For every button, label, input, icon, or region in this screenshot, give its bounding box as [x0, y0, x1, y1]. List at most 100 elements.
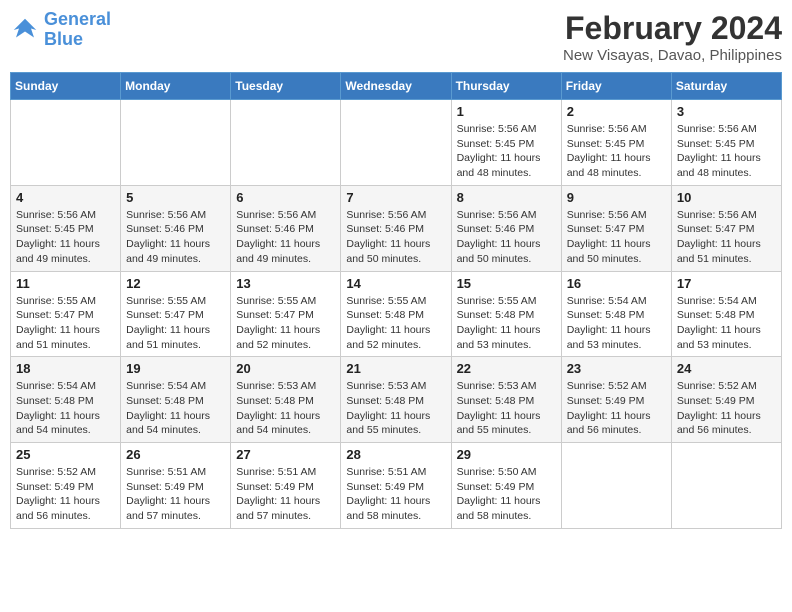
day-number: 10 — [677, 190, 776, 205]
calendar-day-header: Tuesday — [231, 73, 341, 100]
day-info: Sunrise: 5:56 AM Sunset: 5:46 PM Dayligh… — [346, 208, 445, 267]
day-number: 13 — [236, 276, 335, 291]
day-number: 11 — [16, 276, 115, 291]
day-number: 18 — [16, 361, 115, 376]
calendar-week-row: 11 Sunrise: 5:55 AM Sunset: 5:47 PM Dayli… — [11, 271, 782, 357]
calendar-table: SundayMondayTuesdayWednesdayThursdayFrid… — [10, 72, 782, 529]
calendar-cell — [561, 443, 671, 529]
calendar-cell: 10 Sunrise: 5:56 AM Sunset: 5:47 PM Dayli… — [671, 185, 781, 271]
calendar-cell: 14 Sunrise: 5:55 AM Sunset: 5:48 PM Dayli… — [341, 271, 451, 357]
day-number: 3 — [677, 104, 776, 119]
calendar-cell: 3 Sunrise: 5:56 AM Sunset: 5:45 PM Daylig… — [671, 100, 781, 186]
day-number: 17 — [677, 276, 776, 291]
day-info: Sunrise: 5:54 AM Sunset: 5:48 PM Dayligh… — [677, 294, 776, 353]
calendar-cell: 7 Sunrise: 5:56 AM Sunset: 5:46 PM Daylig… — [341, 185, 451, 271]
logo-line1: General — [44, 9, 111, 29]
day-info: Sunrise: 5:52 AM Sunset: 5:49 PM Dayligh… — [567, 379, 666, 438]
day-info: Sunrise: 5:54 AM Sunset: 5:48 PM Dayligh… — [16, 379, 115, 438]
day-number: 12 — [126, 276, 225, 291]
calendar-header-row: SundayMondayTuesdayWednesdayThursdayFrid… — [11, 73, 782, 100]
day-number: 9 — [567, 190, 666, 205]
calendar-body: 1 Sunrise: 5:56 AM Sunset: 5:45 PM Daylig… — [11, 100, 782, 529]
calendar-cell: 16 Sunrise: 5:54 AM Sunset: 5:48 PM Dayli… — [561, 271, 671, 357]
calendar-day-header: Monday — [121, 73, 231, 100]
calendar-cell: 18 Sunrise: 5:54 AM Sunset: 5:48 PM Dayli… — [11, 357, 121, 443]
day-info: Sunrise: 5:56 AM Sunset: 5:47 PM Dayligh… — [567, 208, 666, 267]
day-info: Sunrise: 5:54 AM Sunset: 5:48 PM Dayligh… — [567, 294, 666, 353]
calendar-day-header: Saturday — [671, 73, 781, 100]
calendar-cell: 9 Sunrise: 5:56 AM Sunset: 5:47 PM Daylig… — [561, 185, 671, 271]
day-info: Sunrise: 5:56 AM Sunset: 5:46 PM Dayligh… — [457, 208, 556, 267]
calendar-day-header: Wednesday — [341, 73, 451, 100]
day-info: Sunrise: 5:51 AM Sunset: 5:49 PM Dayligh… — [236, 465, 335, 524]
day-number: 7 — [346, 190, 445, 205]
title-area: February 2024 New Visayas, Davao, Philip… — [563, 10, 782, 64]
calendar-cell: 25 Sunrise: 5:52 AM Sunset: 5:49 PM Dayli… — [11, 443, 121, 529]
day-info: Sunrise: 5:51 AM Sunset: 5:49 PM Dayligh… — [126, 465, 225, 524]
day-info: Sunrise: 5:56 AM Sunset: 5:45 PM Dayligh… — [567, 122, 666, 181]
day-number: 29 — [457, 447, 556, 462]
logo-icon — [10, 15, 40, 45]
calendar-cell — [121, 100, 231, 186]
day-number: 23 — [567, 361, 666, 376]
calendar-week-row: 4Sunrise: 5:56 AM Sunset: 5:45 PM Daylig… — [11, 185, 782, 271]
calendar-cell: 19Sunrise: 5:54 AM Sunset: 5:48 PM Dayli… — [121, 357, 231, 443]
calendar-cell: 12Sunrise: 5:55 AM Sunset: 5:47 PM Dayli… — [121, 271, 231, 357]
day-info: Sunrise: 5:56 AM Sunset: 5:45 PM Dayligh… — [457, 122, 556, 181]
day-number: 22 — [457, 361, 556, 376]
calendar-cell: 29Sunrise: 5:50 AM Sunset: 5:49 PM Dayli… — [451, 443, 561, 529]
calendar-cell — [11, 100, 121, 186]
day-number: 8 — [457, 190, 556, 205]
calendar-cell: 11Sunrise: 5:55 AM Sunset: 5:47 PM Dayli… — [11, 271, 121, 357]
calendar-cell: 8 Sunrise: 5:56 AM Sunset: 5:46 PM Daylig… — [451, 185, 561, 271]
day-number: 4 — [16, 190, 115, 205]
calendar-day-header: Friday — [561, 73, 671, 100]
day-info: Sunrise: 5:52 AM Sunset: 5:49 PM Dayligh… — [16, 465, 115, 524]
day-number: 1 — [457, 104, 556, 119]
day-info: Sunrise: 5:55 AM Sunset: 5:48 PM Dayligh… — [457, 294, 556, 353]
day-info: Sunrise: 5:56 AM Sunset: 5:46 PM Dayligh… — [236, 208, 335, 267]
day-info: Sunrise: 5:52 AM Sunset: 5:49 PM Dayligh… — [677, 379, 776, 438]
calendar-week-row: 1 Sunrise: 5:56 AM Sunset: 5:45 PM Daylig… — [11, 100, 782, 186]
logo-line2: Blue — [44, 29, 83, 49]
day-number: 2 — [567, 104, 666, 119]
day-info: Sunrise: 5:53 AM Sunset: 5:48 PM Dayligh… — [457, 379, 556, 438]
day-info: Sunrise: 5:53 AM Sunset: 5:48 PM Dayligh… — [346, 379, 445, 438]
calendar-cell: 13 Sunrise: 5:55 AM Sunset: 5:47 PM Dayli… — [231, 271, 341, 357]
calendar-cell: 6 Sunrise: 5:56 AM Sunset: 5:46 PM Daylig… — [231, 185, 341, 271]
calendar-cell — [671, 443, 781, 529]
calendar-cell — [231, 100, 341, 186]
day-number: 26 — [126, 447, 225, 462]
calendar-cell: 4Sunrise: 5:56 AM Sunset: 5:45 PM Daylig… — [11, 185, 121, 271]
page-header: General Blue February 2024 New Visayas, … — [10, 10, 782, 64]
calendar-cell: 17 Sunrise: 5:54 AM Sunset: 5:48 PM Dayli… — [671, 271, 781, 357]
calendar-cell: 15 Sunrise: 5:55 AM Sunset: 5:48 PM Dayli… — [451, 271, 561, 357]
location: New Visayas, Davao, Philippines — [563, 47, 782, 64]
day-number: 20 — [236, 361, 335, 376]
day-number: 16 — [567, 276, 666, 291]
day-number: 14 — [346, 276, 445, 291]
calendar-cell: 26 Sunrise: 5:51 AM Sunset: 5:49 PM Dayli… — [121, 443, 231, 529]
day-info: Sunrise: 5:56 AM Sunset: 5:45 PM Dayligh… — [677, 122, 776, 181]
day-number: 6 — [236, 190, 335, 205]
calendar-day-header: Sunday — [11, 73, 121, 100]
day-info: Sunrise: 5:55 AM Sunset: 5:48 PM Dayligh… — [346, 294, 445, 353]
calendar-cell: 23 Sunrise: 5:52 AM Sunset: 5:49 PM Dayli… — [561, 357, 671, 443]
calendar-cell — [341, 100, 451, 186]
calendar-cell: 22 Sunrise: 5:53 AM Sunset: 5:48 PM Dayli… — [451, 357, 561, 443]
calendar-cell: 2 Sunrise: 5:56 AM Sunset: 5:45 PM Daylig… — [561, 100, 671, 186]
day-number: 21 — [346, 361, 445, 376]
day-number: 15 — [457, 276, 556, 291]
calendar-day-header: Thursday — [451, 73, 561, 100]
day-info: Sunrise: 5:56 AM Sunset: 5:47 PM Dayligh… — [677, 208, 776, 267]
day-number: 25 — [16, 447, 115, 462]
day-info: Sunrise: 5:56 AM Sunset: 5:46 PM Dayligh… — [126, 208, 225, 267]
day-number: 19 — [126, 361, 225, 376]
calendar-cell: 21 Sunrise: 5:53 AM Sunset: 5:48 PM Dayli… — [341, 357, 451, 443]
calendar-week-row: 18 Sunrise: 5:54 AM Sunset: 5:48 PM Dayli… — [11, 357, 782, 443]
calendar-cell: 28Sunrise: 5:51 AM Sunset: 5:49 PM Dayli… — [341, 443, 451, 529]
day-number: 27 — [236, 447, 335, 462]
day-info: Sunrise: 5:55 AM Sunset: 5:47 PM Dayligh… — [236, 294, 335, 353]
day-info: Sunrise: 5:53 AM Sunset: 5:48 PM Dayligh… — [236, 379, 335, 438]
calendar-cell: 20 Sunrise: 5:53 AM Sunset: 5:48 PM Dayli… — [231, 357, 341, 443]
